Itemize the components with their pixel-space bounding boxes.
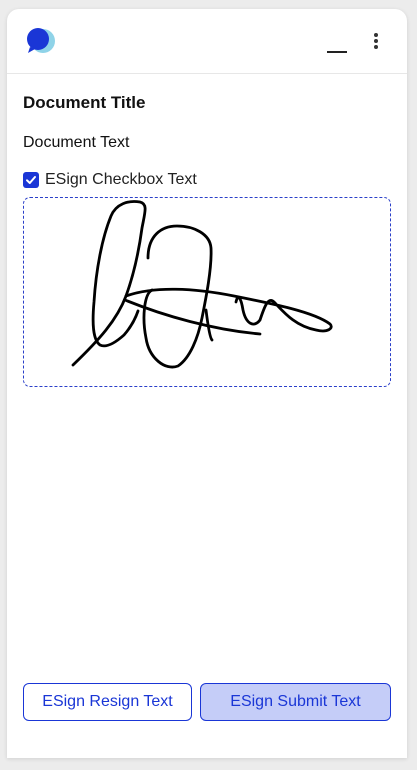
- document-title: Document Title: [23, 93, 146, 112]
- submit-button[interactable]: ESign Submit Text: [200, 683, 391, 721]
- esign-checkbox[interactable]: [23, 172, 39, 188]
- document-text: Document Text: [23, 134, 130, 151]
- checkmark-icon: [26, 176, 36, 184]
- widget-header: [7, 9, 407, 74]
- signature-pad[interactable]: [23, 197, 391, 387]
- esign-checkbox-label: ESign Checkbox Text: [45, 171, 197, 188]
- esign-widget: Document Title Document Text ESign Check…: [7, 9, 407, 758]
- chat-bubble-logo-icon: [24, 25, 58, 57]
- more-options-button[interactable]: [363, 29, 389, 53]
- resign-button[interactable]: ESign Resign Text: [23, 683, 192, 721]
- esign-checkbox-row[interactable]: ESign Checkbox Text: [23, 170, 197, 190]
- minimize-icon: [327, 51, 347, 53]
- minimize-button[interactable]: [323, 35, 353, 57]
- signature-drawing: [71, 200, 333, 369]
